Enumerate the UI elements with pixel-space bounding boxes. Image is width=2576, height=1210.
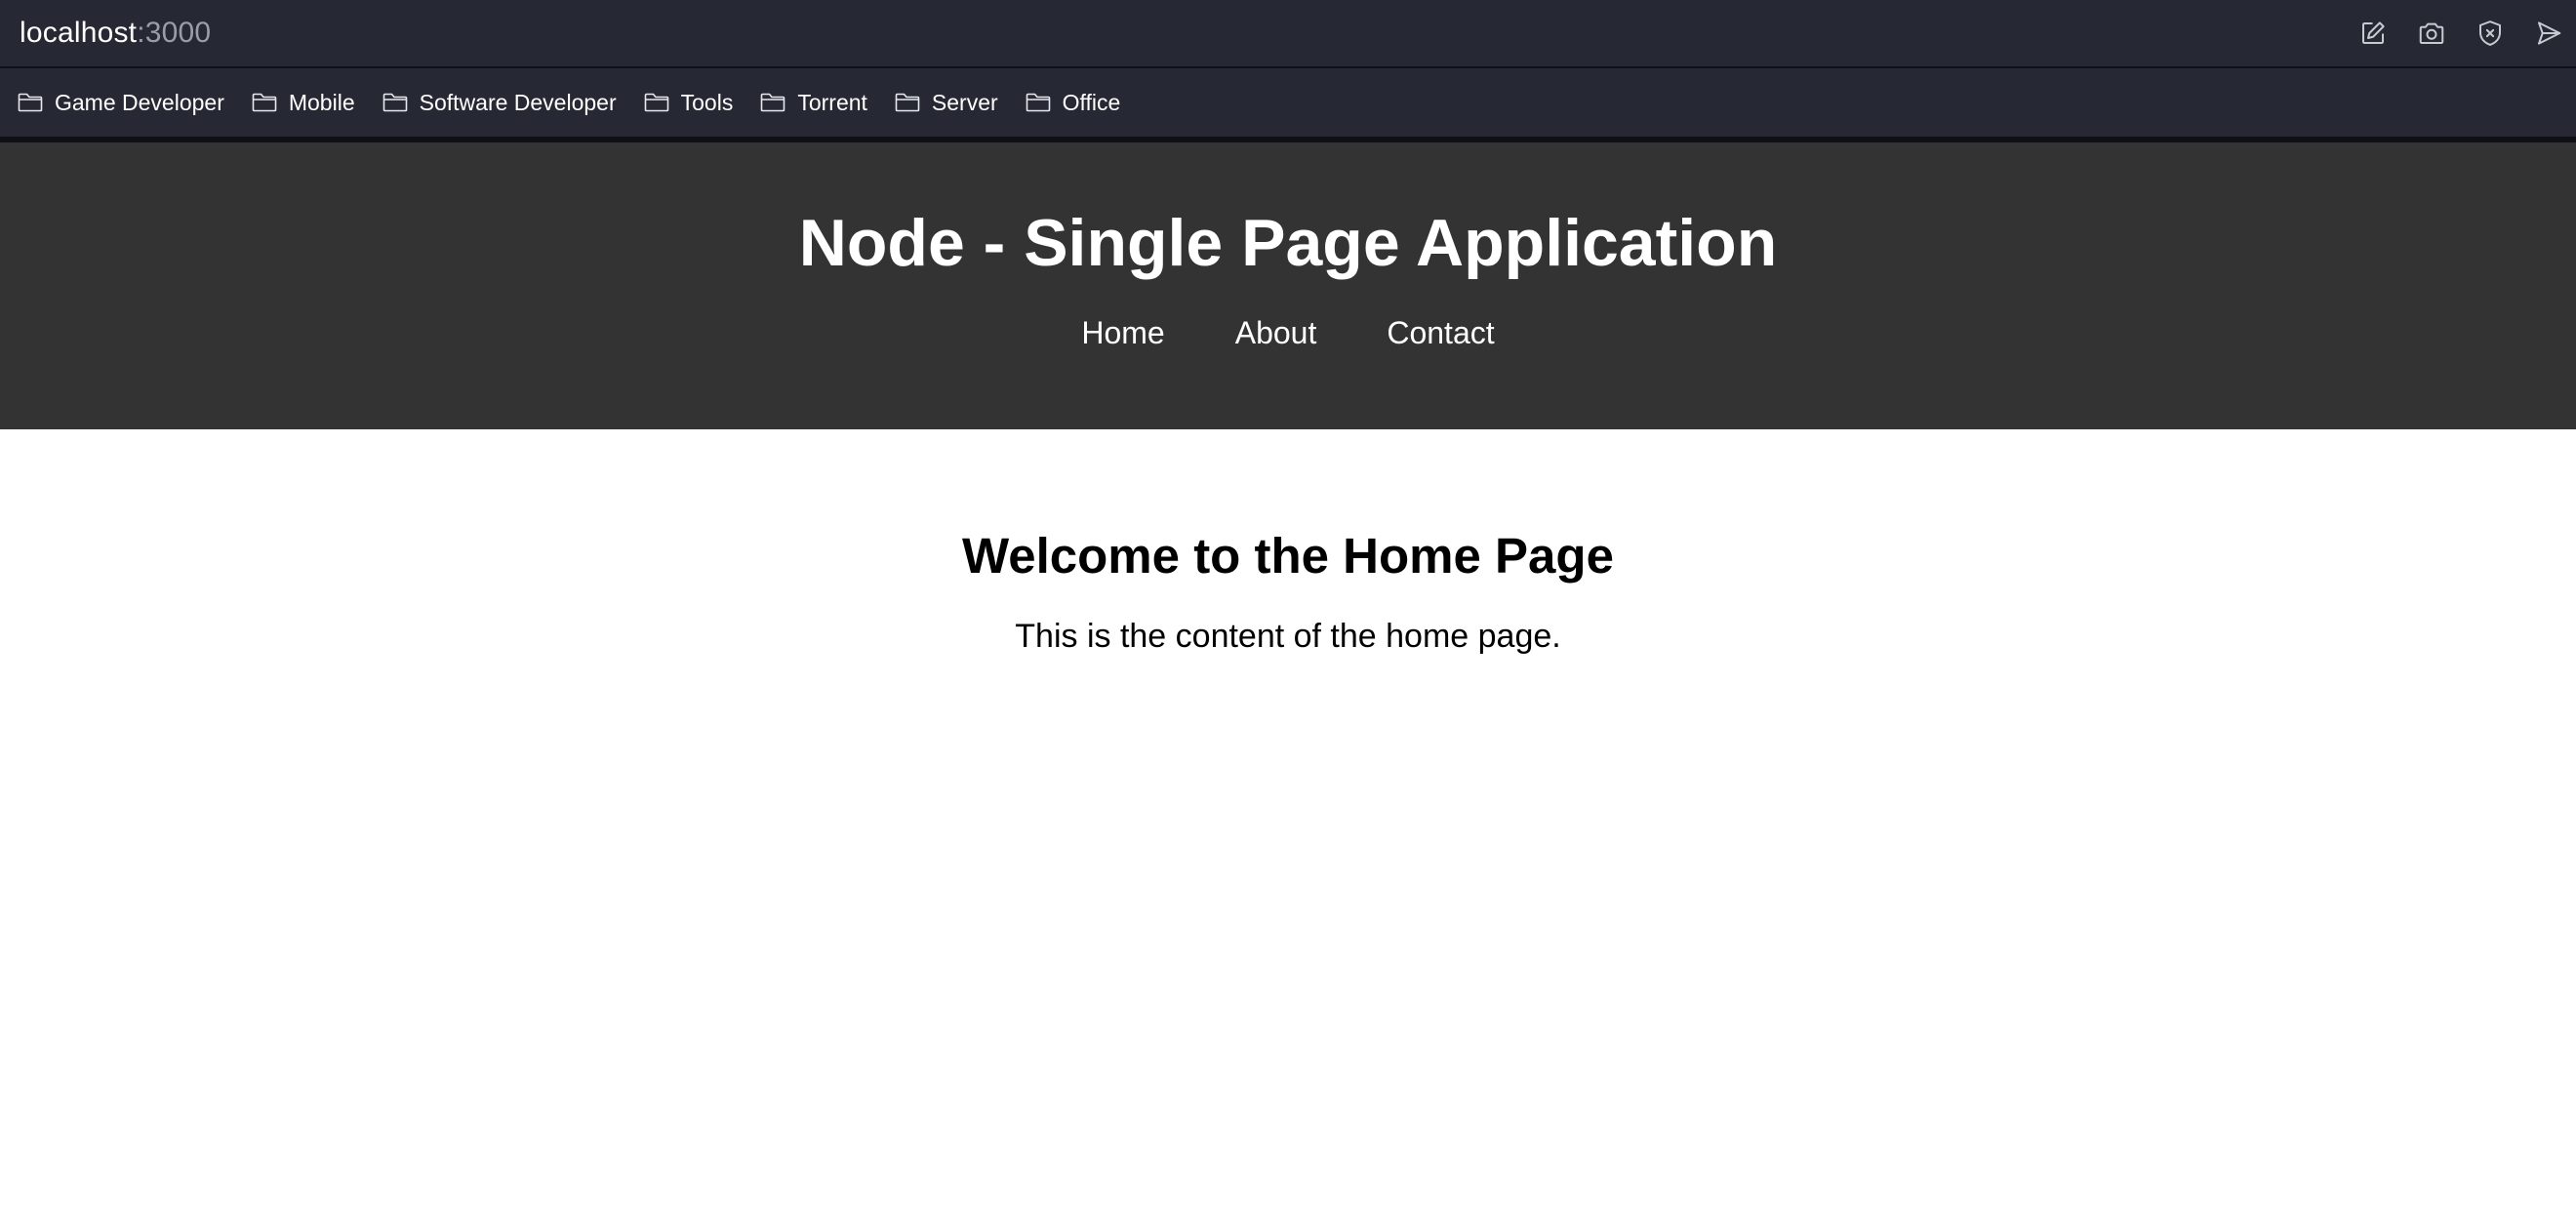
url-host: localhost: [20, 17, 138, 49]
bookmark-label: Software Developer: [419, 89, 617, 115]
page-body-text: This is the content of the home page.: [1015, 618, 1561, 655]
main-nav: Home About Contact: [0, 315, 2576, 351]
bookmark-folder-software-developer[interactable]: Software Developer: [382, 90, 617, 116]
bookmark-folder-server[interactable]: Server: [895, 90, 998, 116]
site-header: Node - Single Page Application Home Abou…: [0, 142, 2576, 429]
page-heading: Welcome to the Home Page: [962, 528, 1614, 584]
url-port: :3000: [137, 17, 212, 49]
send-icon[interactable]: [2533, 18, 2564, 49]
folder-icon: [1026, 93, 1050, 112]
bookmark-label: Mobile: [288, 89, 355, 115]
main-content: Welcome to the Home Page This is the con…: [0, 429, 2576, 656]
toolbar-actions: [2357, 18, 2564, 49]
bookmark-folder-mobile[interactable]: Mobile: [252, 90, 355, 116]
folder-icon: [895, 93, 920, 112]
bookmark-label: Office: [1062, 89, 1121, 115]
folder-icon: [18, 93, 43, 112]
shield-x-icon[interactable]: [2475, 18, 2506, 49]
folder-icon: [644, 93, 668, 112]
bookmark-folder-torrent[interactable]: Torrent: [760, 90, 867, 116]
bookmark-label: Game Developer: [55, 89, 224, 115]
browser-toolbar: localhost:3000: [0, 0, 2576, 68]
bookmark-folder-office[interactable]: Office: [1026, 89, 1121, 116]
bookmark-label: Torrent: [797, 89, 867, 115]
camera-icon[interactable]: [2416, 18, 2447, 49]
bookmarks-bar: Game Developer Mobile Software Developer…: [0, 68, 2576, 142]
folder-icon: [252, 93, 277, 112]
folder-icon: [382, 93, 407, 112]
bookmark-label: Tools: [680, 89, 734, 115]
bookmark-label: Server: [931, 89, 998, 115]
bookmark-folder-tools[interactable]: Tools: [644, 89, 734, 116]
site-title: Node - Single Page Application: [798, 206, 1778, 280]
nav-link-about[interactable]: About: [1235, 315, 1317, 351]
address-bar[interactable]: localhost:3000: [20, 17, 211, 50]
nav-link-contact[interactable]: Contact: [1387, 315, 1494, 351]
folder-icon: [761, 93, 785, 112]
bookmark-folder-game-developer[interactable]: Game Developer: [18, 90, 224, 116]
edit-icon[interactable]: [2357, 18, 2389, 49]
nav-link-home[interactable]: Home: [1081, 315, 1164, 351]
